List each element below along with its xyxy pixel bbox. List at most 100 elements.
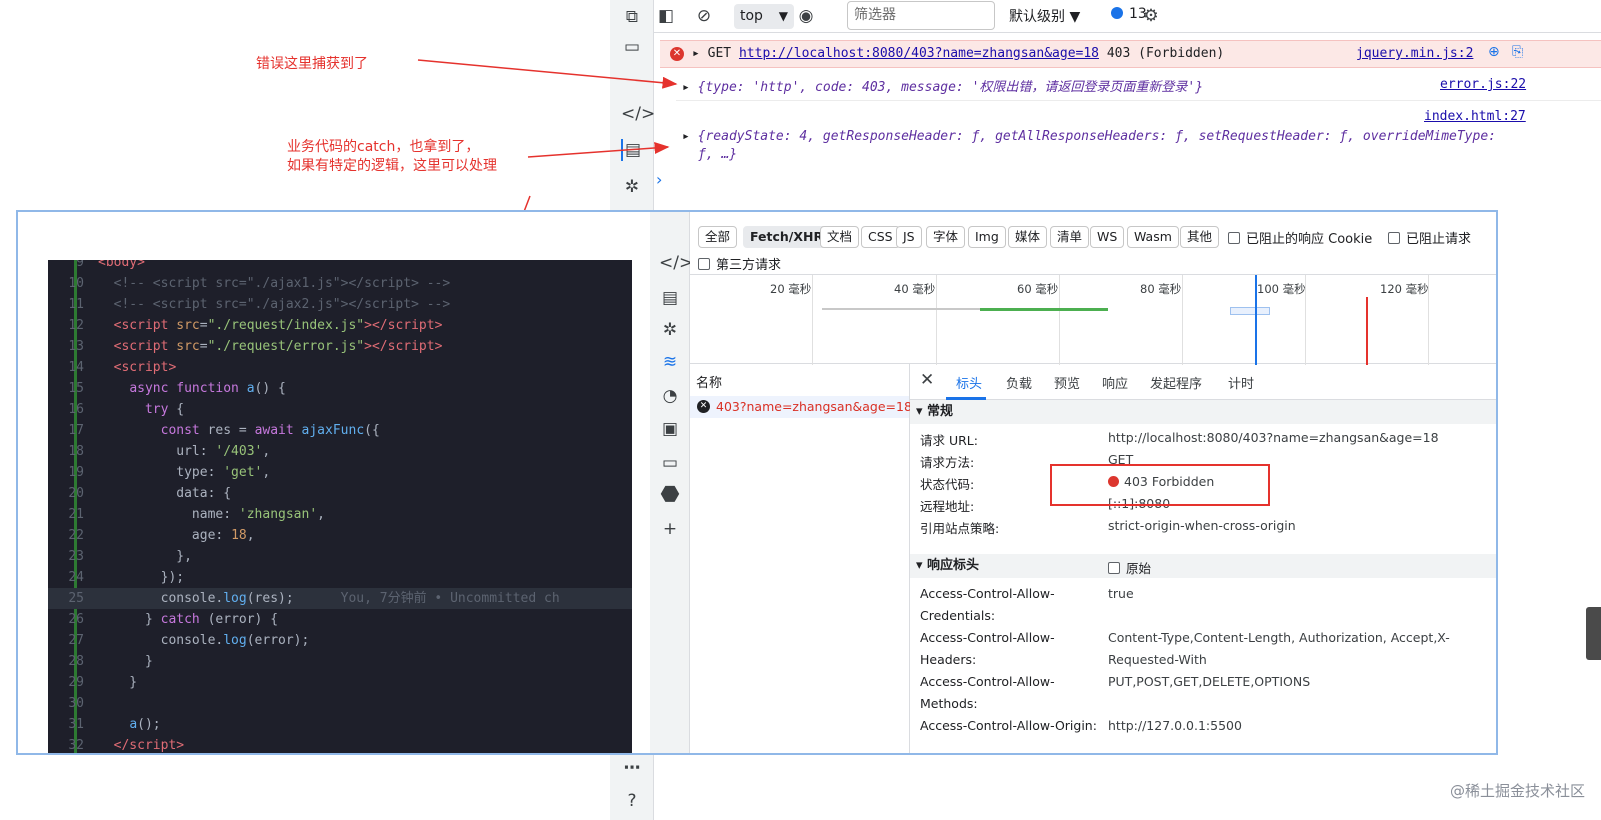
line-number: 13 — [68, 339, 84, 354]
checkbox-icon — [1228, 232, 1240, 244]
request-row[interactable]: ✕ 403?name=zhangsan&age=18 — [690, 396, 912, 418]
blocked-cookies-label: 已阻止的响应 Cookie — [1246, 232, 1373, 247]
details-tab[interactable]: 计时 — [1228, 373, 1254, 392]
code-line: 18 url: '/403', — [48, 441, 632, 462]
line-number: 21 — [68, 507, 84, 522]
close-icon[interactable]: ✕ — [920, 370, 934, 390]
header-key: Headers: — [920, 652, 977, 667]
timeline-label: 40 毫秒 — [894, 282, 936, 296]
memory-chip-icon[interactable]: ▣ — [659, 418, 681, 440]
code-line: 31 a(); — [48, 714, 632, 735]
filter-chip[interactable]: Fetch/XHR — [743, 226, 831, 248]
line-number: 30 — [68, 696, 84, 711]
code-line: 10 <!-- <script src="./ajax1.js"></scrip… — [48, 273, 632, 294]
highlight-box — [1050, 464, 1270, 506]
line-number: 15 — [68, 381, 84, 396]
code-line: 23 }, — [48, 546, 632, 567]
code-line: 12 <script src="./request/index.js"></sc… — [48, 315, 632, 336]
general-value: strict-origin-when-cross-origin — [1108, 518, 1296, 533]
timeline-label: 80 毫秒 — [1140, 282, 1182, 296]
code-line: 17 const res = await ajaxFunc({ — [48, 420, 632, 441]
filter-chip[interactable]: 字体 — [926, 226, 966, 248]
code-line: 22 age: 18, — [48, 525, 632, 546]
filter-chip[interactable]: 清单 — [1050, 226, 1090, 248]
code-line: 16 try { — [48, 399, 632, 420]
code-line: 27 console.log(error); — [48, 630, 632, 651]
network-timeline[interactable]: 20 毫秒 40 毫秒 60 毫秒 80 毫秒 100 毫秒 120 毫秒 — [690, 274, 1496, 365]
response-headers-section-header[interactable]: ▾ 响应标头 — [910, 554, 1496, 578]
console-icon[interactable]: ▤ — [659, 287, 681, 309]
details-tab[interactable]: 响应 — [1102, 373, 1128, 392]
header-value: true — [1108, 586, 1134, 601]
raw-label: 原始 — [1126, 561, 1152, 576]
filter-chip[interactable]: Wasm — [1127, 226, 1179, 248]
code-line: 32 </script> — [48, 735, 632, 753]
general-key: 状态代码: — [920, 477, 975, 492]
code-line: 19 type: 'get', — [48, 462, 632, 483]
name-column-header[interactable]: 名称 — [696, 372, 722, 391]
timeline-label: 100 毫秒 — [1257, 282, 1306, 296]
line-number: 29 — [68, 675, 84, 690]
header-key: Access-Control-Allow- — [920, 586, 1055, 601]
header-key: Methods: — [920, 696, 978, 711]
details-tab[interactable]: 预览 — [1054, 373, 1080, 392]
blocked-requests-checkbox[interactable]: 已阻止请求 — [1388, 228, 1471, 247]
details-tab[interactable]: 发起程序 — [1150, 373, 1202, 392]
code-editor: 9 <body> 10 <!-- <script src="./ajax1.js">… — [48, 260, 632, 753]
code-line: 28 } — [48, 651, 632, 672]
filter-chip[interactable]: CSS — [861, 226, 900, 248]
filter-chip[interactable]: 媒体 — [1008, 226, 1048, 248]
blocked-cookies-checkbox[interactable]: 已阻止的响应 Cookie — [1228, 228, 1372, 247]
filter-chip[interactable]: Img — [968, 226, 1006, 248]
header-value: Requested-With — [1108, 652, 1207, 667]
header-value: http://127.0.0.1:5500 — [1108, 718, 1242, 733]
timeline-bar — [980, 308, 1108, 311]
bug-icon[interactable]: ✲ — [659, 319, 681, 341]
code-line: 25 console.log(res); You, 7分钟前 • Uncommi… — [48, 588, 632, 609]
line-number: 14 — [68, 360, 84, 375]
request-list: 名称 ✕ 403?name=zhangsan&age=18 — [690, 364, 912, 753]
add-panel-icon[interactable]: + — [659, 518, 681, 540]
filter-chip[interactable]: 文档 — [820, 226, 860, 248]
line-number: 23 — [68, 549, 84, 564]
line-number: 16 — [68, 402, 84, 417]
details-tabs: ✕ 标头 负载 预览 响应 发起程序 计时 — [910, 364, 1496, 400]
header-key: Credentials: — [920, 608, 996, 623]
general-key: 请求方法: — [920, 455, 975, 470]
network-wifi-icon[interactable]: ≋ — [659, 351, 681, 373]
filter-chip[interactable]: 全部 — [698, 226, 738, 248]
watermark: @稀土掘金技术社区 — [1449, 782, 1585, 800]
general-section-header[interactable]: ▾ 常规 — [910, 400, 1496, 424]
checkbox-icon — [1108, 562, 1120, 574]
filter-chip[interactable]: JS — [896, 226, 922, 248]
code-line: 24 }); — [48, 567, 632, 588]
third-party-checkbox[interactable]: 第三方请求 — [698, 254, 781, 273]
network-panel: 全部 Fetch/XHR 文档 CSS JS 字体 Img 媒体 清单 WS Wasm 其他 已阻止的… — [690, 212, 1496, 753]
header-value: Content-Type,Content-Length, Authorizati… — [1108, 630, 1450, 645]
filter-chip[interactable]: 其他 — [1180, 226, 1220, 248]
code-line: 15 async function a() { — [48, 378, 632, 399]
general-key: 远程地址: — [920, 499, 975, 514]
checkbox-icon — [1388, 232, 1400, 244]
general-key: 引用站点策略: — [920, 521, 1000, 536]
details-tab[interactable]: 负载 — [1006, 373, 1032, 392]
line-number: 18 — [68, 444, 84, 459]
scrollbar-thumb[interactable] — [1586, 607, 1601, 660]
raw-checkbox[interactable]: 原始 — [1108, 558, 1151, 577]
record-stop-icon[interactable]: ⬣ — [659, 484, 681, 506]
timeline-tick — [1182, 275, 1183, 365]
elements-code-icon[interactable]: </> — [659, 252, 693, 274]
code-line: 29 } — [48, 672, 632, 693]
line-number: 22 — [68, 528, 84, 543]
performance-gauge-icon[interactable]: ◔ — [659, 385, 681, 407]
application-icon[interactable]: ▭ — [659, 452, 681, 474]
line-number: 25 — [68, 591, 84, 606]
blocked-requests-label: 已阻止请求 — [1406, 232, 1472, 247]
line-number: 10 — [68, 276, 84, 291]
error-icon: ✕ — [697, 400, 710, 413]
details-tab[interactable]: 标头 — [956, 373, 982, 392]
line-number: 32 — [68, 738, 84, 753]
code-line: 13 <script src="./request/error.js"></sc… — [48, 336, 632, 357]
timeline-tick — [936, 275, 937, 365]
filter-chip[interactable]: WS — [1090, 226, 1125, 248]
